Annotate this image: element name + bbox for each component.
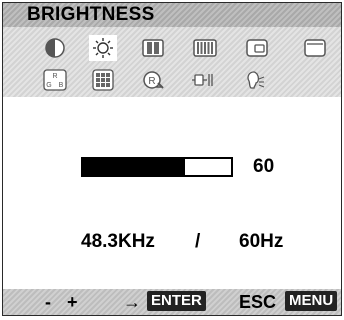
title-bar: BRIGHTNESS <box>3 3 341 27</box>
brightness-value: 60 <box>253 156 275 177</box>
menu-key-hint: MENU <box>285 291 338 311</box>
h-position-icon[interactable] <box>139 35 167 61</box>
brightness-icon[interactable] <box>89 35 117 61</box>
recall-icon[interactable]: R <box>139 67 167 93</box>
svg-text:R: R <box>52 73 57 80</box>
svg-text:R: R <box>148 76 155 87</box>
h-size-icon[interactable] <box>191 35 219 61</box>
frequency-separator: / <box>195 231 201 252</box>
language-icon[interactable] <box>241 67 269 93</box>
color-rgb-icon[interactable]: R G B <box>41 67 69 93</box>
menu-title: BRIGHTNESS <box>27 4 155 25</box>
icon-panel: R G B R <box>3 27 341 97</box>
v-size-icon[interactable] <box>301 35 329 61</box>
degauss-icon[interactable] <box>189 67 217 93</box>
vertical-frequency: 60Hz <box>239 231 284 252</box>
osd-window: BRIGHTNESS R G B R 60 48.3KHz / 60Hz - +… <box>2 2 342 316</box>
key-hint-bar: - + → ENTER ESC MENU <box>3 289 341 315</box>
svg-text:G: G <box>46 82 51 89</box>
plus-key-hint: + <box>67 292 78 312</box>
brightness-level-fill <box>83 159 186 175</box>
svg-text:B: B <box>59 82 64 89</box>
minus-key-hint: - <box>45 292 51 312</box>
v-position-icon[interactable] <box>243 35 271 61</box>
arrow-right-icon: → <box>123 292 141 312</box>
contrast-icon[interactable] <box>41 35 69 61</box>
enter-key-hint: ENTER <box>147 291 206 311</box>
esc-key-hint: ESC <box>239 292 277 312</box>
brightness-level-bar[interactable] <box>81 157 233 177</box>
geometry-grid-icon[interactable] <box>89 67 117 93</box>
horizontal-frequency: 48.3KHz <box>81 231 155 252</box>
